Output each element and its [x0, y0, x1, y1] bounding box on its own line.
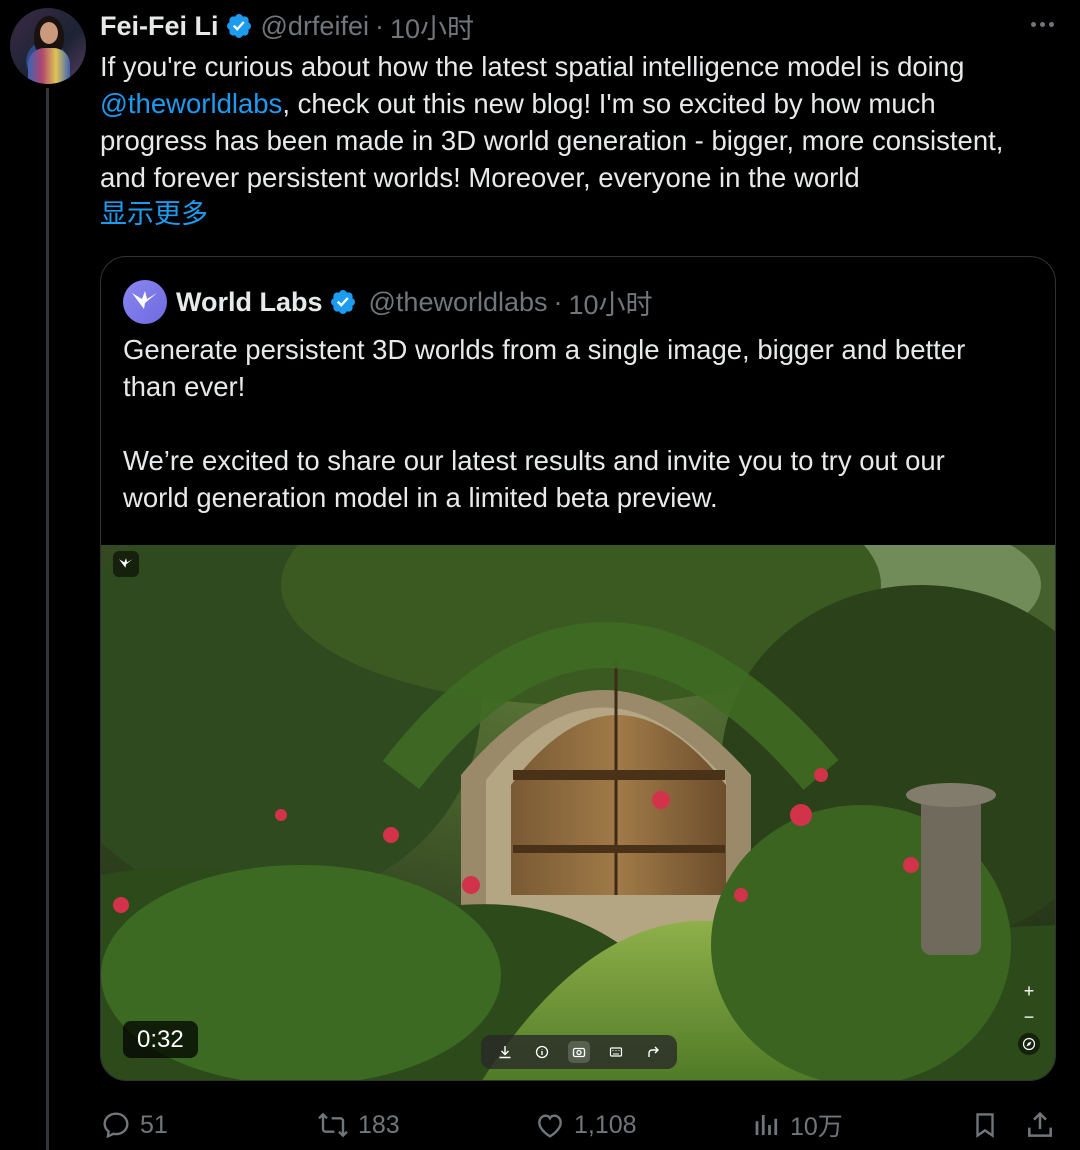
quoted-tweet[interactable]: World Labs @theworldlabs · 10小时 Generate… — [100, 256, 1056, 1081]
verified-badge-icon — [330, 290, 355, 314]
video-player[interactable]: 0:32 + − — [101, 545, 1055, 1080]
quote-header: World Labs @theworldlabs · 10小时 — [123, 279, 653, 325]
tweet-line: If you're curious about how the latest s… — [100, 51, 965, 82]
tweet-header: Fei-Fei Li @drfeifei · 10小时 — [100, 7, 474, 46]
tweet-time[interactable]: 10小时 — [390, 7, 474, 46]
author-avatar[interactable] — [10, 8, 86, 84]
author-handle[interactable]: @drfeifei — [261, 11, 369, 42]
reply-count: 51 — [140, 1110, 168, 1139]
tweet-line: @theworldlabs, check out this new blog! … — [100, 85, 1050, 122]
quote-avatar[interactable] — [123, 280, 167, 324]
info-icon[interactable] — [531, 1041, 553, 1063]
worldlabs-logo-icon — [119, 558, 133, 568]
tweet-text: If you're curious about how the latest s… — [100, 48, 1050, 196]
like-icon — [538, 1114, 562, 1138]
share-button[interactable] — [1024, 1105, 1064, 1145]
more-icon[interactable] — [1031, 22, 1054, 27]
repost-count: 183 — [358, 1110, 400, 1139]
author-name[interactable]: Fei-Fei Li — [100, 11, 219, 42]
zoom-in-button[interactable]: + — [1017, 981, 1041, 1001]
views-button[interactable]: 10万 — [752, 1105, 843, 1145]
share-icon — [1028, 1111, 1052, 1137]
thread-line — [46, 88, 49, 1150]
zoom-controls: + − — [1015, 981, 1043, 1055]
tweet-line: and forever persistent worlds! Moreover,… — [100, 162, 860, 193]
quote-author-name[interactable]: World Labs — [176, 287, 323, 318]
quote-line: than ever! — [123, 371, 246, 402]
view-count: 10万 — [790, 1113, 843, 1141]
action-bar: 51 183 1,108 10万 — [100, 1105, 1060, 1145]
camera-icon[interactable] — [567, 1041, 590, 1063]
quote-text: Generate persistent 3D worlds from a sin… — [123, 331, 1023, 516]
show-more-link[interactable]: 显示更多 — [100, 196, 208, 233]
like-button[interactable]: 1,108 — [534, 1105, 637, 1145]
video-duration: 0:32 — [123, 1021, 198, 1058]
like-count: 1,108 — [574, 1110, 637, 1139]
repost-button[interactable]: 183 — [316, 1105, 400, 1145]
worldlabs-logo-icon — [132, 291, 157, 309]
quote-line: We’re excited to share our latest result… — [123, 445, 945, 476]
worldlabs-watermark — [113, 551, 139, 577]
video-frame-garden-door — [101, 545, 1055, 1080]
reply-button[interactable]: 51 — [100, 1105, 168, 1145]
compass-icon[interactable] — [1018, 1033, 1040, 1055]
verified-badge-icon — [226, 14, 251, 38]
mention-link[interactable]: @theworldlabs — [100, 88, 282, 119]
keyboard-icon[interactable] — [605, 1041, 627, 1063]
bookmark-icon — [976, 1113, 994, 1138]
repost-icon — [318, 1112, 348, 1138]
zoom-out-button[interactable]: − — [1017, 1007, 1041, 1027]
redo-icon[interactable] — [642, 1041, 664, 1063]
views-icon — [755, 1115, 778, 1135]
quote-author-handle[interactable]: @theworldlabs — [369, 287, 548, 318]
quote-time[interactable]: 10小时 — [569, 283, 653, 322]
separator-dot: · — [374, 10, 384, 41]
quote-line: Generate persistent 3D worlds from a sin… — [123, 334, 966, 365]
viewer-toolbar — [481, 1035, 677, 1069]
reply-icon — [103, 1112, 129, 1139]
download-icon[interactable] — [494, 1041, 516, 1063]
separator-dot: · — [553, 286, 563, 317]
bookmark-button[interactable] — [970, 1105, 1008, 1145]
quote-line: world generation model in a limited beta… — [123, 482, 718, 513]
tweet-line-rest: , check out this new blog! I'm so excite… — [282, 88, 936, 119]
tweet-line: progress has been made in 3D world gener… — [100, 125, 1004, 156]
